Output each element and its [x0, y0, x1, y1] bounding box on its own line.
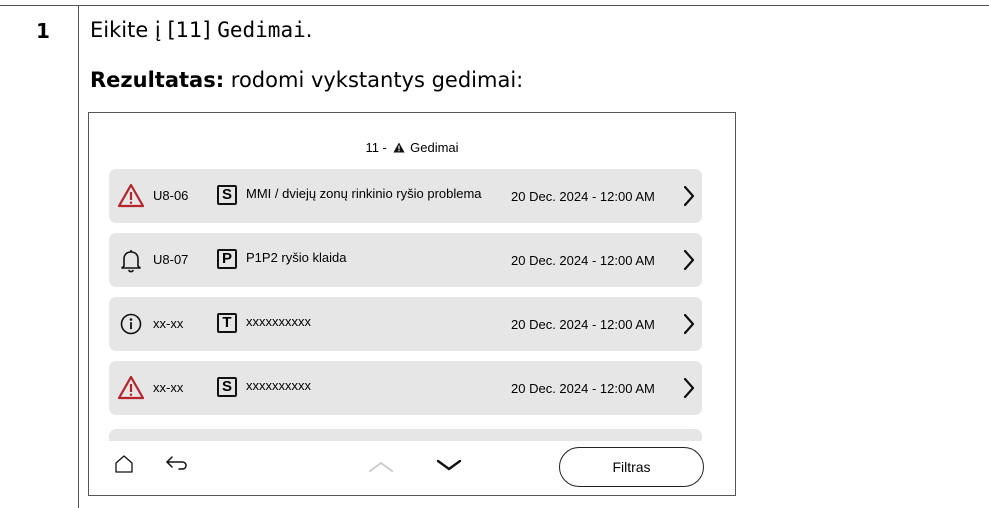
category-badge: S: [217, 377, 237, 397]
fault-row[interactable]: xx-xx S xxxxxxxxxx 20 Dec. 2024 - 12:00 …: [109, 361, 702, 415]
chevron-right-icon: [683, 377, 695, 399]
category-badge: P: [217, 249, 237, 269]
fault-row[interactable]: xx-xx T xxxxxxxxxx 20 Dec. 2024 - 12:00 …: [109, 297, 702, 351]
fault-datetime: 20 Dec. 2024 - 12:00 AM: [511, 317, 655, 332]
fault-row-partial: [109, 429, 702, 441]
fault-row[interactable]: U8-06 S MMI / dviejų zonų rinkinio ryšio…: [109, 169, 702, 223]
filter-button[interactable]: Filtras: [559, 447, 704, 487]
table-top-border: [0, 5, 989, 6]
info-icon: [120, 313, 142, 335]
warning-icon: [392, 142, 405, 153]
chevron-right-icon: [683, 185, 695, 207]
screen-title-text: Gedimai: [410, 140, 459, 155]
back-icon[interactable]: [165, 455, 189, 473]
fault-description: MMI / dviejų zonų rinkinio ryšio problem…: [246, 186, 482, 201]
table-column-divider: [78, 5, 79, 508]
step-number: 1: [36, 19, 50, 43]
result-text: rodomi vykstantys gedimai:: [224, 68, 524, 92]
scroll-down-icon[interactable]: [435, 457, 463, 473]
chevron-right-icon: [683, 249, 695, 271]
fault-code: U8-06: [153, 188, 189, 203]
screen-title: 11 - Gedimai: [89, 140, 735, 155]
fault-code: xx-xx: [153, 380, 184, 395]
instruction-code: Gedimai: [217, 18, 306, 42]
fault-description: xxxxxxxxxx: [246, 314, 311, 329]
scroll-up-icon: [369, 462, 393, 472]
warning-icon: [117, 375, 145, 400]
step-result: Rezultatas: rodomi vykstantys gedimai:: [90, 68, 523, 92]
home-icon[interactable]: [113, 453, 135, 475]
result-label: Rezultatas:: [90, 68, 225, 92]
bell-icon: [121, 250, 141, 273]
step-instruction: Eikite į [11] Gedimai.: [90, 18, 312, 42]
instruction-end: .: [305, 18, 313, 42]
fault-code: U8-07: [153, 252, 189, 267]
screen-title-number: 11 -: [365, 140, 387, 155]
fault-code: xx-xx: [153, 316, 184, 331]
warning-icon: [117, 183, 145, 208]
device-screen: 11 - Gedimai U8-06 S MMI / dviejų zonų r…: [88, 112, 736, 496]
fault-datetime: 20 Dec. 2024 - 12:00 AM: [511, 381, 655, 396]
category-badge: S: [217, 185, 237, 205]
chevron-right-icon: [683, 313, 695, 335]
fault-description: xxxxxxxxxx: [246, 378, 311, 393]
fault-datetime: 20 Dec. 2024 - 12:00 AM: [511, 189, 655, 204]
category-badge: T: [217, 313, 237, 333]
fault-datetime: 20 Dec. 2024 - 12:00 AM: [511, 253, 655, 268]
instruction-text: Eikite į [11]: [90, 18, 218, 42]
fault-row[interactable]: U8-07 P P1P2 ryšio klaida 20 Dec. 2024 -…: [109, 233, 702, 287]
fault-description: P1P2 ryšio klaida: [246, 250, 347, 265]
